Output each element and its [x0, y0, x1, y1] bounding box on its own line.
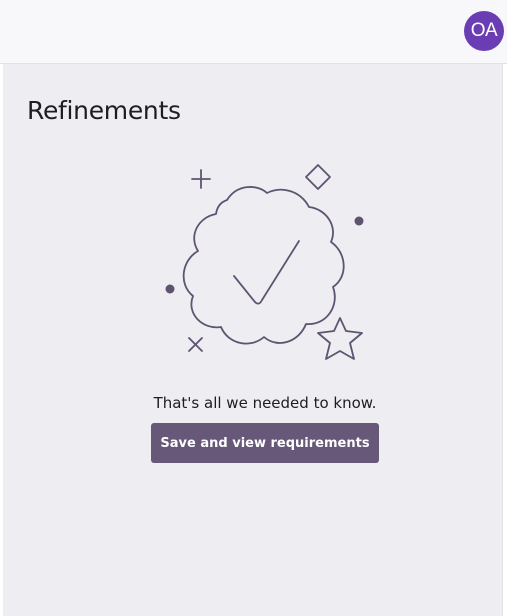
checkmark-badge-illustration-icon: [165, 164, 364, 360]
completion-message: That's all we needed to know.: [153, 394, 377, 412]
x-sparkle-icon: [188, 337, 203, 352]
top-bar: OA: [0, 0, 507, 64]
dot-sparkle-icon: [354, 216, 364, 226]
page-title: Refinements: [27, 96, 181, 125]
star-sparkle-icon: [317, 317, 363, 360]
diamond-sparkle-icon: [305, 164, 331, 190]
user-avatar[interactable]: OA: [464, 11, 504, 51]
checkmark-stroke: [233, 240, 300, 305]
badge-outline: [182, 186, 345, 345]
panel-scroll-edge: [502, 64, 507, 616]
plus-sparkle-icon: [191, 169, 211, 189]
save-and-view-requirements-button[interactable]: Save and view requirements: [151, 423, 379, 463]
dot-sparkle-icon-2: [165, 284, 175, 294]
